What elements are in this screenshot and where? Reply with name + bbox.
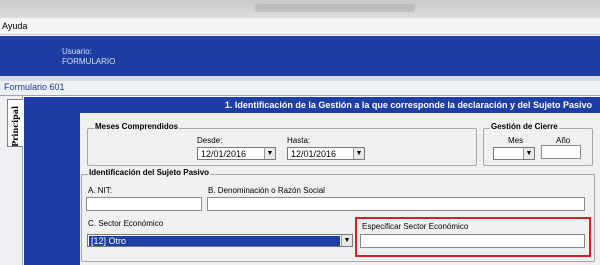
anio-input[interactable] bbox=[541, 145, 581, 159]
user-value: FORMULARIO bbox=[62, 57, 116, 66]
mes-label: Mes bbox=[508, 136, 524, 145]
hasta-value: 12/01/2016 bbox=[291, 149, 337, 159]
desde-dropdown[interactable]: 12/01/2016 ▼ bbox=[197, 147, 276, 160]
menu-bar: Ayuda bbox=[0, 18, 600, 35]
menu-item-ayuda[interactable]: Ayuda bbox=[2, 21, 27, 31]
sector-label: C. Sector Económico bbox=[88, 219, 164, 228]
tab-principal-label: Principal bbox=[10, 106, 20, 147]
mes-dropdown[interactable]: ▼ bbox=[493, 147, 535, 160]
desde-label: Desde: bbox=[197, 136, 223, 145]
nit-input[interactable] bbox=[86, 197, 202, 211]
window-title-bar bbox=[0, 0, 600, 18]
desde-value: 12/01/2016 bbox=[201, 149, 247, 159]
tab-principal[interactable]: Principal bbox=[7, 99, 23, 147]
group-meses-title: Meses Comprendidos bbox=[94, 122, 180, 131]
form-title-bar: Formulario 601 bbox=[0, 81, 600, 96]
chevron-down-icon[interactable]: ▼ bbox=[264, 148, 275, 159]
section-title: 1. Identificación de la Gestión a la que… bbox=[224, 100, 592, 110]
form-title: Formulario 601 bbox=[4, 82, 65, 92]
group-gestion-title: Gestión de Cierre bbox=[490, 122, 559, 131]
group-sujeto-title: Identificación del Sujeto Pasivo bbox=[88, 168, 211, 177]
window-title-blurred bbox=[255, 4, 415, 12]
razon-social-input[interactable] bbox=[207, 197, 585, 211]
nit-label: A. NIT: bbox=[88, 186, 113, 195]
chevron-down-icon[interactable]: ▼ bbox=[353, 148, 364, 159]
app-header: Usuario: FORMULARIO bbox=[0, 36, 600, 76]
user-label: Usuario: bbox=[62, 47, 92, 56]
hasta-dropdown[interactable]: 12/01/2016 ▼ bbox=[287, 147, 365, 160]
especificar-sector-input[interactable] bbox=[360, 234, 585, 248]
chevron-down-icon[interactable]: ▼ bbox=[341, 235, 352, 246]
razon-social-label: B. Denominación o Razón Social bbox=[208, 186, 325, 195]
especificar-sector-label: Especificar Sector Económico bbox=[362, 222, 469, 231]
sector-dropdown[interactable]: [12] Otro ▼ bbox=[87, 234, 353, 247]
anio-label: Año bbox=[556, 136, 571, 145]
hasta-label: Hasta: bbox=[287, 136, 311, 145]
chevron-down-icon[interactable]: ▼ bbox=[523, 148, 534, 159]
group-meses-comprendidos: Meses Comprendidos bbox=[87, 122, 477, 166]
sector-value: [12] Otro bbox=[89, 236, 340, 246]
